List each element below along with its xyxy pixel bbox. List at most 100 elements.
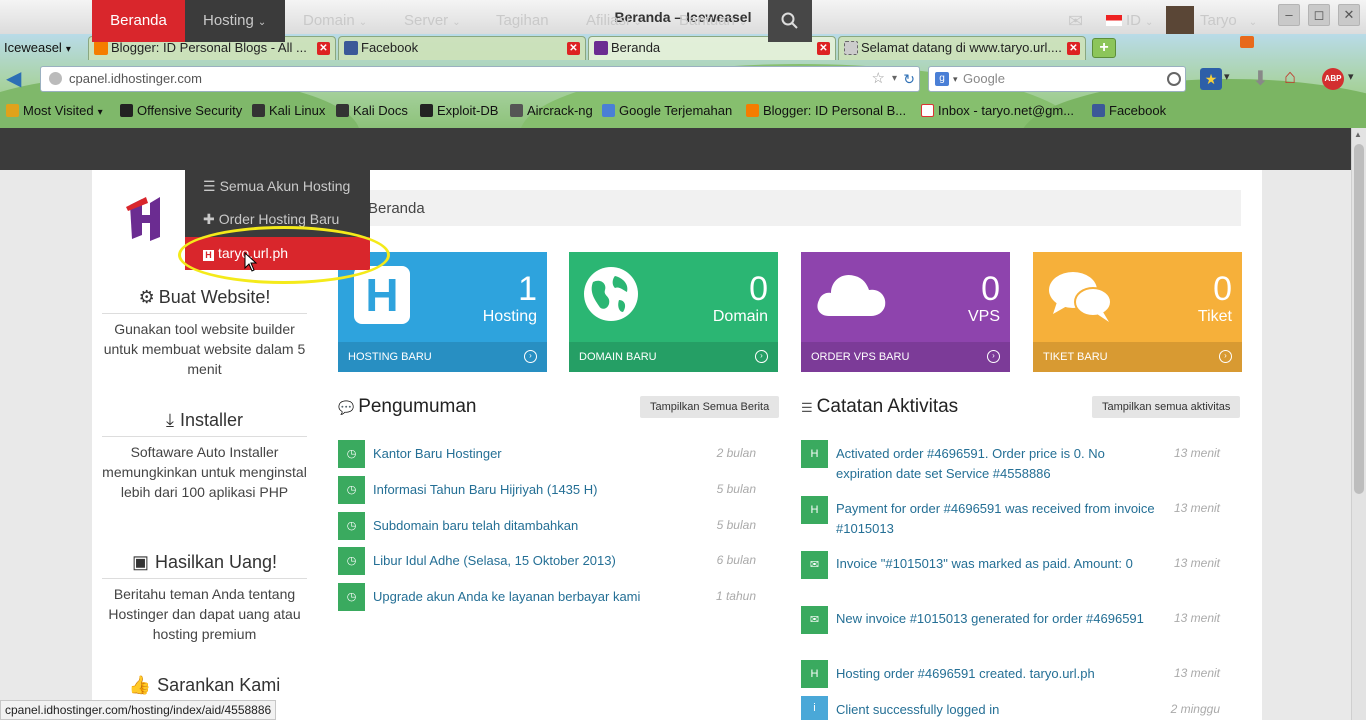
comments-icon: 💬 <box>338 400 355 415</box>
announcement-link[interactable]: Libur Idul Adhe (Selasa, 15 Oktober 2013… <box>373 553 616 568</box>
nav-bantuan[interactable]: Bantuan ⌄ <box>679 0 747 42</box>
tab-facebook[interactable]: Facebook ✕ <box>338 36 586 60</box>
sidebar-section-title: ⚙ Buat Website! <box>92 287 317 308</box>
close-tab-icon[interactable]: ✕ <box>567 42 580 55</box>
search-engine-caret[interactable]: ▾ <box>953 67 958 91</box>
list-item[interactable]: ◷ Subdomain baru telah ditambahkan 5 bulan <box>338 512 765 540</box>
bookmark-exploit-db[interactable]: Exploit-DB <box>420 102 498 120</box>
card-footer-link[interactable]: HOSTING BARU › <box>338 342 547 372</box>
page-scrollbar[interactable]: ▲ <box>1351 128 1366 720</box>
ticket-card[interactable]: 0 Tiket TIKET BARU › <box>1033 252 1242 372</box>
envelope-icon: ✉ <box>801 606 828 634</box>
site-identity-icon <box>49 72 62 85</box>
bookmark-most-visited[interactable]: Most Visited ▾ <box>6 102 103 122</box>
search-bar[interactable]: g ▾ Google <box>928 66 1186 92</box>
nav-beranda[interactable]: Beranda <box>92 0 185 42</box>
bookmarks-menu-icon[interactable]: ★ <box>1200 68 1222 90</box>
close-tab-icon[interactable]: ✕ <box>317 42 330 55</box>
search-icon[interactable] <box>1167 72 1181 86</box>
app-menu-button[interactable]: Iceweasel ▾ <box>4 37 71 61</box>
info-icon: i <box>801 696 828 720</box>
card-footer-text: DOMAIN BARU <box>579 351 657 363</box>
announcement-link[interactable]: Upgrade akun Anda ke layanan berbayar ka… <box>373 589 640 604</box>
sidebar-section-title: ▣ Hasilkan Uang! <box>92 552 317 573</box>
card-footer-link[interactable]: ORDER VPS BARU › <box>801 342 1010 372</box>
sidebar-section-title: 👍 Sarankan Kami <box>92 675 317 696</box>
list-item[interactable]: ◷ Informasi Tahun Baru Hijriyah (1435 H) 5… <box>338 476 765 504</box>
bookmark-blogger[interactable]: Blogger: ID Personal B... <box>746 102 906 120</box>
tab-taryo[interactable]: Selamat datang di www.taryo.url.... ✕ <box>838 36 1086 60</box>
downloads-icon[interactable]: ⬇ <box>1252 66 1269 91</box>
adblock-icon[interactable]: ABP <box>1322 68 1344 90</box>
nav-server[interactable]: Server ⌄ <box>404 0 461 42</box>
domain-card[interactable]: 0 Domain DOMAIN BARU › <box>569 252 778 372</box>
kali-icon <box>336 104 349 117</box>
nav-tagihan[interactable]: Tagihan <box>496 0 549 42</box>
announcement-time: 6 bulan <box>716 553 756 567</box>
nav-messages-button[interactable]: ✉ <box>1068 0 1083 42</box>
adblock-caret-icon[interactable]: ▾ <box>1348 70 1354 83</box>
divider <box>102 578 307 579</box>
bookmark-google-translate[interactable]: Google Terjemahan <box>602 102 732 120</box>
nav-user-menu[interactable]: Taryo ⌄ <box>1166 0 1257 42</box>
nav-hosting[interactable]: Hosting ⌄ <box>185 0 285 42</box>
show-all-news-button[interactable]: Tampilkan Semua Berita <box>640 396 780 418</box>
url-history-icon[interactable]: ▾ <box>892 67 897 91</box>
close-tab-icon[interactable]: ✕ <box>1067 42 1080 55</box>
nav-search-button[interactable] <box>768 0 812 42</box>
close-tab-icon[interactable]: ✕ <box>817 42 830 55</box>
scrollbar-thumb[interactable] <box>1354 144 1364 494</box>
activity-link[interactable]: Payment for order #4696591 was received … <box>836 499 1156 539</box>
bookmark-offensive-security[interactable]: Offensive Security <box>120 102 242 120</box>
list-item[interactable]: ◷ Libur Idul Adhe (Selasa, 15 Oktober 201… <box>338 547 765 575</box>
activity-link[interactable]: Client successfully logged in <box>836 700 1156 720</box>
page-icon <box>844 41 858 55</box>
announcement-link[interactable]: Subdomain baru telah ditambahkan <box>373 518 578 533</box>
announcement-link[interactable]: Kantor Baru Hostinger <box>373 446 502 461</box>
bookmark-kali-linux[interactable]: Kali Linux <box>252 102 325 120</box>
scroll-up-arrow[interactable]: ▲ <box>1354 130 1364 140</box>
activity-link[interactable]: New invoice #1015013 generated for order… <box>836 609 1156 629</box>
bookmark-label: Most Visited <box>23 103 94 118</box>
envelope-icon: ✉ <box>1068 11 1084 31</box>
activity-link[interactable]: Invoice "#1015013" was marked as paid. A… <box>836 554 1156 574</box>
card-footer-link[interactable]: TIKET BARU › <box>1033 342 1242 372</box>
vps-card[interactable]: 0 VPS ORDER VPS BARU › <box>801 252 1010 372</box>
bookmark-label: Offensive Security <box>137 103 243 118</box>
nav-afiliasi[interactable]: Afiliasi ⌄ <box>586 0 642 42</box>
bookmarks-caret-icon[interactable]: ▾ <box>1224 70 1230 83</box>
activity-link[interactable]: Activated order #4696591. Order price is… <box>836 444 1156 484</box>
list-item[interactable]: ◷ Kantor Baru Hostinger 2 bulan <box>338 440 765 468</box>
hostinger-logo <box>126 195 174 241</box>
activity-link[interactable]: Hosting order #4696591 created. taryo.ur… <box>836 664 1156 684</box>
bookmark-gmail[interactable]: Inbox - taryo.net@gm... <box>921 102 1074 120</box>
globe-icon <box>584 267 638 321</box>
bookmark-aircrack[interactable]: Aircrack-ng <box>510 102 593 120</box>
url-bar[interactable]: cpanel.idhostinger.com ☆ ▾ ↻ <box>40 66 920 92</box>
search-icon <box>781 12 798 29</box>
bookmark-facebook[interactable]: Facebook <box>1092 102 1166 120</box>
home-icon[interactable]: ⌂ <box>1284 66 1296 89</box>
show-all-activity-button[interactable]: Tampilkan semua aktivitas <box>1092 396 1241 418</box>
menu-item-all-hosting[interactable]: ☰ Semua Akun Hosting <box>185 170 370 203</box>
card-label: Tiket <box>1197 308 1232 325</box>
close-window-button[interactable]: ✕ <box>1338 4 1360 26</box>
avatar <box>1166 6 1194 34</box>
bookmark-kali-docs[interactable]: Kali Docs <box>336 102 408 120</box>
card-footer-link[interactable]: DOMAIN BARU › <box>569 342 778 372</box>
minimize-button[interactable]: – <box>1278 4 1300 26</box>
bookmark-label: Inbox - taryo.net@gm... <box>938 103 1075 118</box>
chevron-down-icon: ⌄ <box>1145 17 1154 28</box>
sidebar-title-text: Sarankan Kami <box>157 675 281 695</box>
list-item[interactable]: ◷ Upgrade akun Anda ke layanan berbayar k… <box>338 583 765 611</box>
nav-language-button[interactable]: ID ⌄ <box>1106 0 1153 42</box>
bookmark-star-icon[interactable]: ☆ <box>872 67 885 91</box>
back-button[interactable]: ◀ <box>6 68 30 90</box>
hosting-icon: H <box>354 266 410 324</box>
nav-domain[interactable]: Domain ⌄ <box>303 0 367 42</box>
activity-time: 13 menit <box>1173 666 1220 680</box>
chevron-down-icon: ⌄ <box>1248 17 1258 28</box>
maximize-button[interactable]: ◻ <box>1308 4 1330 26</box>
reload-icon[interactable]: ↻ <box>903 67 915 91</box>
announcement-link[interactable]: Informasi Tahun Baru Hijriyah (1435 H) <box>373 482 597 497</box>
